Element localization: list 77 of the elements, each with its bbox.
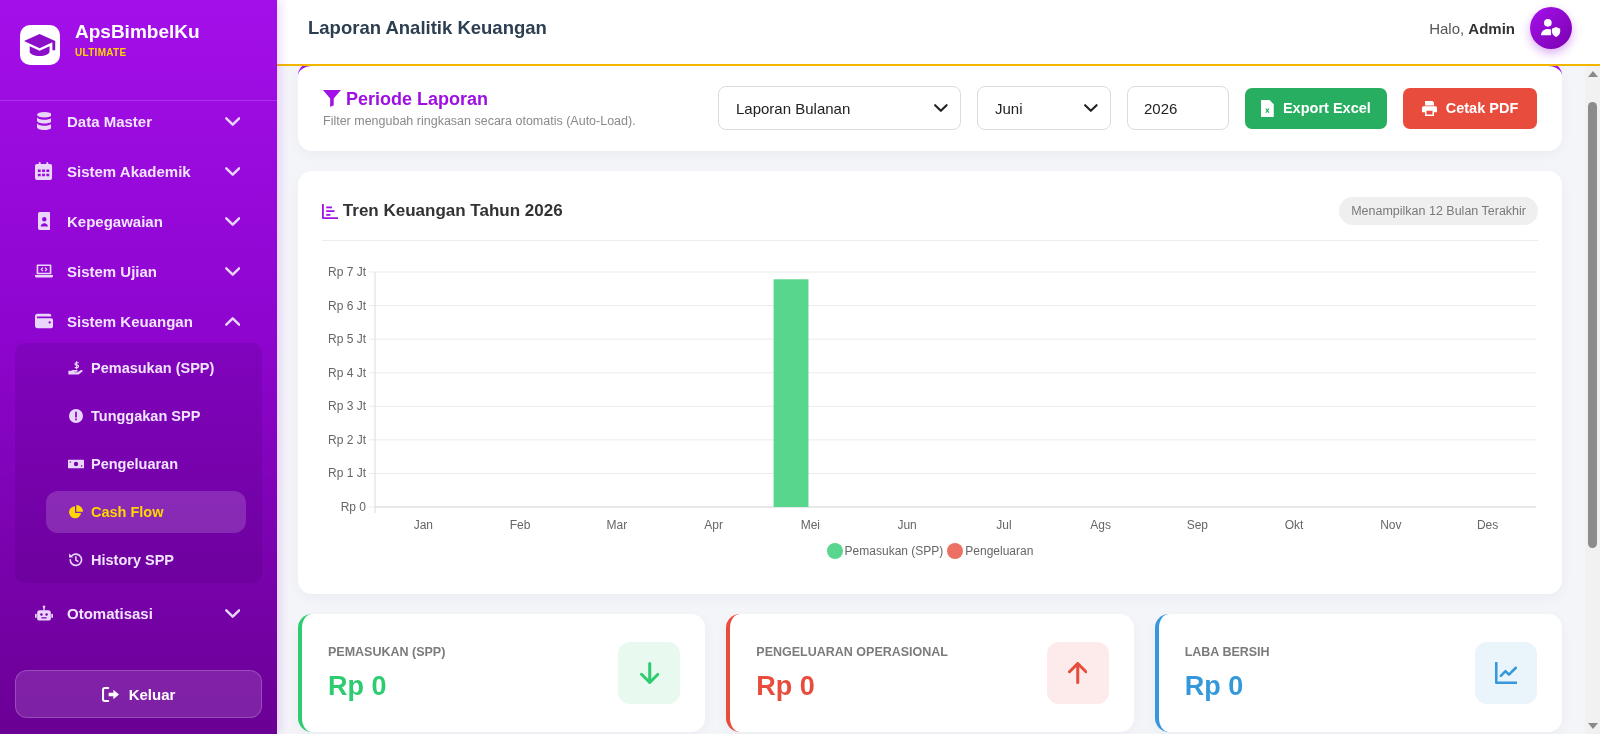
x-axis-label: Des — [1476, 518, 1499, 532]
y-axis-label: Rp 7 Jt — [328, 265, 366, 279]
submenu-item[interactable]: Tunggakan SPP — [46, 395, 246, 437]
year-field[interactable]: 2026 — [1127, 86, 1229, 130]
stat-value: Rp 0 — [756, 670, 816, 702]
x-axis-label: Jan — [413, 518, 434, 532]
x-axis-label: Nov — [1380, 518, 1402, 532]
x-axis-label: Mar — [606, 518, 628, 532]
stat-label: PENGELUARAN OPERASIONAL — [756, 644, 948, 660]
stat-label: PEMASUKAN (SPP) — [328, 644, 446, 660]
scroll-up-icon[interactable] — [1587, 71, 1598, 77]
filter-icon — [323, 90, 341, 107]
sidebar-menu-item[interactable]: Kepegawaian — [15, 201, 262, 241]
legend-label: Pemasukan (SPP) — [844, 544, 944, 558]
submenu-item[interactable]: Cash Flow — [46, 491, 246, 533]
printer-icon — [1421, 100, 1437, 116]
wallet-icon — [35, 312, 53, 330]
bar-chart-icon — [322, 203, 338, 219]
scrollbar-thumb[interactable] — [1588, 102, 1597, 548]
arrow-down-icon — [618, 642, 681, 704]
sidebar-menu-item[interactable]: Sistem Ujian — [15, 251, 262, 291]
greeting-text: Halo, Admin — [1429, 19, 1515, 37]
report-type-dropdown[interactable]: Laporan Bulanan — [718, 86, 961, 130]
y-axis-label: Rp 0 — [340, 500, 366, 514]
submenu-item[interactable]: Pemasukan (SPP) — [46, 347, 246, 389]
x-axis-label: Okt — [1284, 518, 1304, 532]
chart-title: Tren Keuangan Tahun 2026 — [342, 201, 563, 221]
user-shield-icon[interactable] — [1530, 7, 1572, 49]
sidebar-menu-item[interactable]: Data Master — [15, 101, 262, 141]
robot-icon — [35, 604, 53, 622]
y-axis-label: Rp 2 Jt — [328, 432, 366, 447]
file-excel-icon — [1261, 99, 1274, 117]
id-badge-icon — [37, 212, 51, 230]
sidebar-menu-item[interactable]: Sistem Akademik — [15, 151, 262, 191]
line-chart-icon — [1475, 642, 1537, 704]
hand-coin-icon — [68, 361, 84, 375]
money-bill-icon — [68, 457, 84, 471]
brand-tagline: ULTIMATE — [75, 46, 127, 60]
y-axis-label: Rp 1 Jt — [328, 466, 366, 481]
database-icon — [36, 112, 52, 130]
stat-value: Rp 0 — [328, 670, 388, 702]
sign-out-icon — [101, 686, 119, 702]
y-axis-label: Rp 3 Jt — [328, 399, 366, 414]
y-axis-label: Rp 6 Jt — [328, 298, 366, 313]
section-title: Periode Laporan — [345, 87, 488, 110]
logout-button[interactable]: Keluar — [15, 670, 262, 718]
x-axis-label: Jun — [897, 518, 917, 532]
laptop-icon — [35, 262, 53, 280]
x-axis-label: Sep — [1186, 518, 1209, 532]
chevron-down-icon — [1084, 104, 1098, 112]
submenu-item[interactable]: History SPP — [46, 539, 246, 581]
arrow-up-icon — [1046, 642, 1109, 704]
sidebar-menu-item[interactable]: Otomatisasi — [15, 593, 262, 633]
pie-chart-icon — [69, 505, 83, 519]
calendar-icon — [35, 162, 53, 180]
x-axis-label: Mei — [800, 518, 821, 532]
history-icon — [69, 553, 83, 567]
print-pdf-button[interactable]: Cetak PDF — [1403, 87, 1537, 129]
page-title: Laporan Analitik Keuangan — [308, 17, 547, 39]
legend-label: Pengeluaran — [965, 544, 1034, 558]
sidebar-menu-item[interactable]: Sistem Keuangan — [15, 301, 262, 341]
x-axis-label: Ags — [1090, 518, 1111, 532]
x-axis-label: Apr — [704, 518, 723, 532]
section-subtitle: Filter mengubah ringkasan secara otomatis (Auto-Load). — [323, 112, 636, 129]
stat-value: Rp 0 — [1184, 670, 1245, 702]
x-axis-label: Jul — [996, 518, 1012, 532]
chevron-down-icon — [934, 104, 948, 112]
brand-name: ApsBimbelKu — [75, 21, 200, 43]
graduation-cap-icon — [20, 25, 60, 65]
submenu-item[interactable]: Pengeluaran — [46, 443, 246, 485]
scroll-down-icon[interactable] — [1587, 723, 1598, 729]
y-axis-label: Rp 4 Jt — [328, 365, 366, 380]
stat-label: LABA BERSIH — [1184, 644, 1270, 660]
range-badge: Menampilkan 12 Bulan Terakhir — [1339, 197, 1538, 225]
y-axis-label: Rp 5 Jt — [328, 332, 366, 347]
x-axis-label: Feb — [509, 518, 531, 532]
month-dropdown[interactable]: Juni — [977, 86, 1111, 130]
